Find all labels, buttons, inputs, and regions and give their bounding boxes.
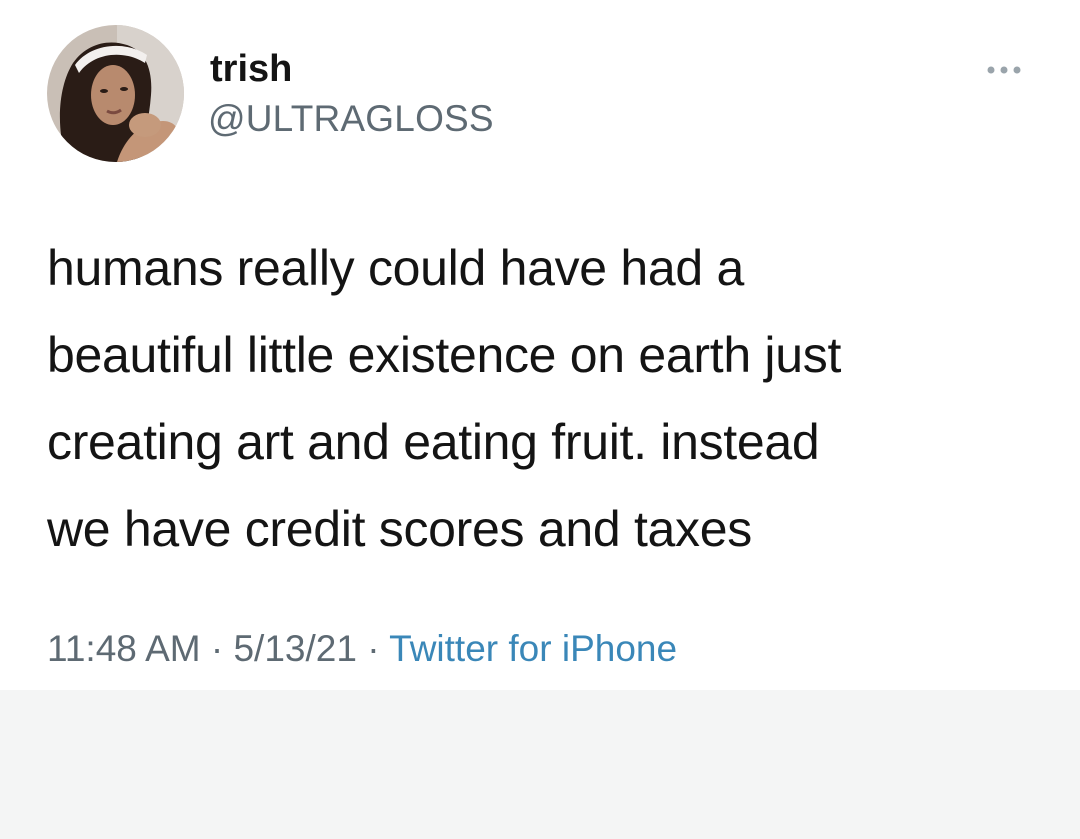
avatar[interactable] (47, 25, 184, 162)
ellipsis-icon[interactable] (980, 58, 1030, 82)
display-name[interactable]: trish (210, 48, 292, 91)
tweet-time[interactable]: 11:48 AM (47, 628, 201, 669)
footer-area (0, 690, 1080, 839)
profile-photo-icon (47, 25, 184, 162)
tweet-meta: 11:48 AM · 5/13/21 · Twitter for iPhone (47, 628, 677, 670)
user-handle[interactable]: @ULTRAGLOSS (208, 98, 494, 140)
meta-separator: · (356, 628, 390, 669)
tweet-date[interactable]: 5/13/21 (233, 628, 356, 669)
meta-separator: · (200, 628, 234, 669)
tweet-text: humans really could have had a beautiful… (47, 240, 842, 557)
tweet-card: trish @ULTRAGLOSS humans really could ha… (0, 0, 1080, 690)
tweet-source-link[interactable]: Twitter for iPhone (389, 628, 677, 669)
